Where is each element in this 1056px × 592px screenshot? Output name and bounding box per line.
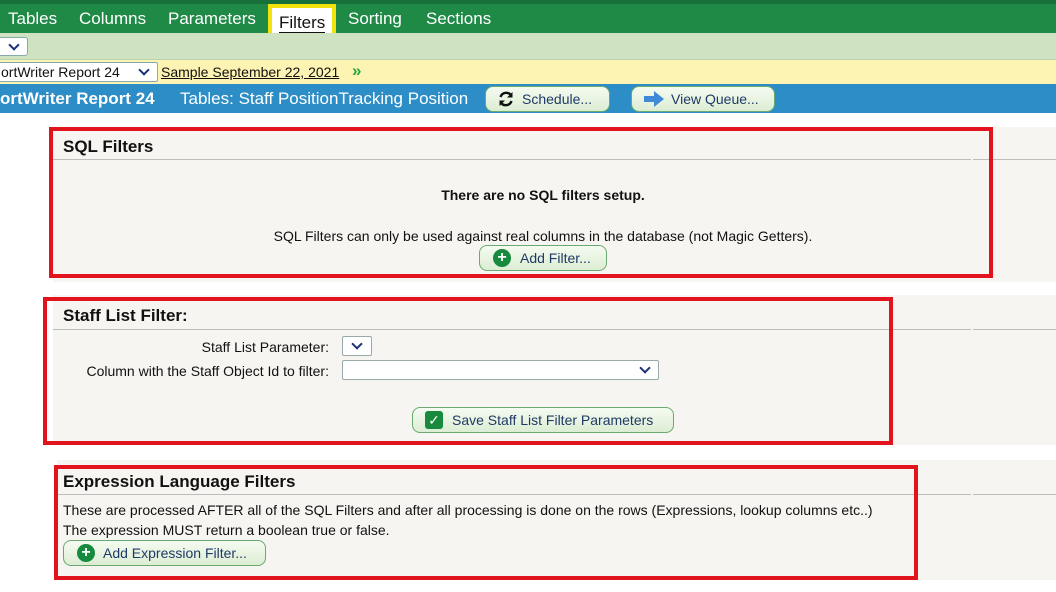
schedule-button[interactable]: Schedule... <box>485 86 610 112</box>
top-nav-bar <box>0 0 1056 33</box>
divider <box>973 494 1056 495</box>
tab-parameters[interactable]: Parameters <box>168 9 256 29</box>
report-sample-link[interactable]: Sample September 22, 2021 <box>161 64 339 80</box>
report-title: ortWriter Report 24 <box>0 89 155 108</box>
highlight-outline <box>49 127 993 278</box>
tab-sorting[interactable]: Sorting <box>348 9 402 29</box>
tab-columns[interactable]: Columns <box>79 9 146 29</box>
highlight-outline <box>54 465 918 580</box>
arrow-right-icon <box>644 91 664 107</box>
report-dropdown-value: ortWriter Report 24 <box>1 64 120 80</box>
tab-filters-label: Filters <box>279 13 326 34</box>
chevron-down-icon <box>138 64 150 76</box>
mini-dropdown[interactable] <box>0 37 28 56</box>
divider <box>973 329 1056 330</box>
report-writer-screen: Tables Columns Parameters Filters Sortin… <box>0 0 1056 592</box>
report-selector-bar <box>0 60 1056 84</box>
double-chevron-right-icon[interactable]: » <box>352 61 361 81</box>
tab-tables[interactable]: Tables <box>8 9 57 29</box>
report-dropdown[interactable]: ortWriter Report 24 <box>0 62 158 82</box>
highlight-outline <box>43 297 893 445</box>
nav-top-strip <box>0 0 1056 4</box>
view-queue-button-label: View Queue... <box>671 91 759 107</box>
view-queue-button[interactable]: View Queue... <box>631 86 775 112</box>
refresh-icon <box>499 91 513 107</box>
report-tables-subtitle: Tables: Staff PositionTracking Position <box>180 89 469 108</box>
toolbar-strip <box>0 33 1056 60</box>
schedule-button-label: Schedule... <box>522 91 593 107</box>
chevron-down-icon <box>8 39 20 51</box>
tab-sections[interactable]: Sections <box>426 9 491 29</box>
